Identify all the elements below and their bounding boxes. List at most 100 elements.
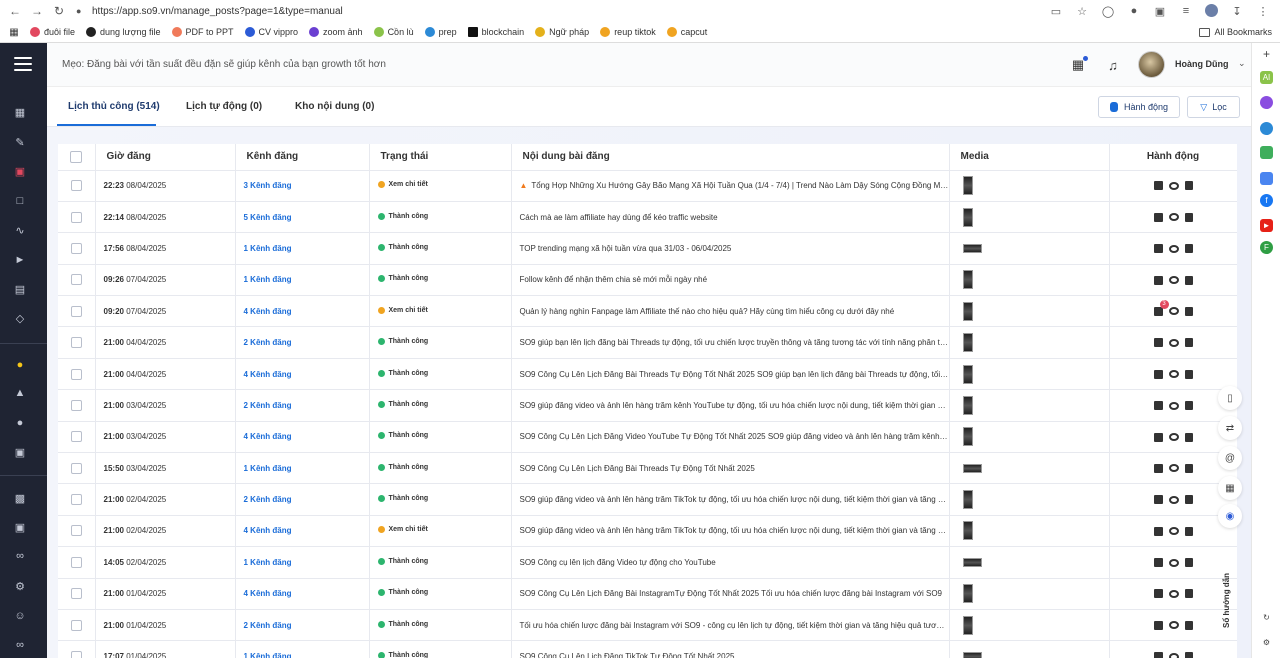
chatbot-icon[interactable]: ◉	[1218, 504, 1242, 528]
eye-icon[interactable]	[1168, 621, 1179, 630]
media-thumbnail[interactable]	[962, 176, 973, 196]
channel-count-link[interactable]: 1 Kênh đăng	[244, 652, 292, 658]
calendar-icon[interactable]: ▣	[13, 164, 27, 178]
eye-icon[interactable]	[1168, 495, 1179, 504]
trash-icon[interactable]	[1184, 401, 1193, 411]
table-row[interactable]: 22:14 08/04/2025 5 Kênh đăng Thành công Các…	[58, 201, 1237, 234]
guide-tab[interactable]: Sổ hướng dẫn	[1222, 560, 1238, 640]
folder-icon[interactable]: ▣	[13, 445, 27, 459]
wallet-icon[interactable]: ▣	[13, 520, 27, 534]
channel-count-link[interactable]: 2 Kênh đăng	[244, 338, 292, 347]
bookmark-item[interactable]: blockchain	[467, 27, 524, 37]
channel-count-link[interactable]: 3 Kênh đăng	[244, 181, 292, 190]
link-alt-icon[interactable]: ∞	[13, 638, 27, 652]
threads-icon[interactable]: @	[1218, 446, 1242, 470]
post-content-cell[interactable]: Quản lý hàng nghìn Fanpage làm Affiliate…	[511, 295, 950, 328]
book-icon[interactable]: ▯	[1218, 386, 1242, 410]
column-header[interactable]: Media	[949, 144, 1110, 171]
channel-count-link[interactable]: 4 Kênh đăng	[244, 589, 292, 598]
chevron-down-icon[interactable]: ⌄	[1238, 58, 1246, 69]
bookmark-item[interactable]: PDF to PPT	[171, 27, 234, 37]
comment-icon[interactable]	[1153, 589, 1163, 599]
table-row[interactable]: 21:00 01/04/2025 2 Kênh đăng Thành công Tối…	[58, 609, 1237, 642]
post-content-cell[interactable]: SO9 Công Cụ Lên Lịch Đăng Bài Threads Tự…	[511, 358, 950, 391]
channel-count-link[interactable]: 2 Kênh đăng	[244, 621, 292, 630]
table-row[interactable]: 21:00 04/04/2025 2 Kênh đăng Thành công SO9…	[58, 326, 1237, 359]
media-thumbnail[interactable]	[962, 364, 973, 384]
eye-icon[interactable]	[1168, 433, 1179, 442]
bookmark-item[interactable]: reup tiktok	[600, 27, 656, 37]
channel-count-link[interactable]: 4 Kênh đăng	[244, 432, 292, 441]
tab-auto-schedule[interactable]: Lịch tự động (0)	[186, 101, 262, 112]
hamburger-menu-icon[interactable]	[14, 57, 32, 71]
table-row[interactable]: 21:00 01/04/2025 4 Kênh đăng Thành công SO9…	[58, 578, 1237, 610]
trash-icon[interactable]	[1184, 589, 1193, 599]
table-row[interactable]: 21:00 02/04/2025 2 Kênh đăng Thành công SO9…	[58, 483, 1237, 516]
media-thumbnail[interactable]	[962, 652, 982, 658]
eye-icon[interactable]	[1168, 307, 1179, 316]
status-badge[interactable]: Thành công	[377, 369, 428, 377]
edit-icon[interactable]: ✎	[13, 135, 27, 149]
post-content-cell[interactable]: SO9 Công cụ lên lịch đăng Video tự động …	[511, 546, 950, 579]
comment-icon[interactable]	[1153, 652, 1163, 658]
row-checkbox[interactable]	[70, 337, 82, 349]
address-bar[interactable]: ● https://app.so9.vn/manage_posts?page=1…	[76, 2, 343, 20]
media-thumbnail[interactable]	[962, 584, 973, 604]
chat-icon[interactable]: □	[13, 194, 27, 208]
status-badge[interactable]: Thành công	[377, 589, 428, 597]
trash-icon[interactable]	[1184, 495, 1193, 505]
trash-icon[interactable]	[1184, 181, 1193, 191]
eye-icon[interactable]	[1168, 401, 1179, 410]
comment-icon[interactable]	[1153, 463, 1163, 473]
status-badge[interactable]: Thành công	[377, 243, 428, 251]
column-header[interactable]: Kênh đăng	[235, 144, 370, 171]
tab-content-library[interactable]: Kho nội dung (0)	[295, 101, 374, 112]
eye-icon[interactable]	[1168, 558, 1179, 567]
settings-icon[interactable]: ⚙	[1260, 636, 1273, 649]
comment-icon[interactable]	[1153, 275, 1163, 285]
trash-icon[interactable]	[1184, 369, 1193, 379]
media-thumbnail[interactable]	[962, 521, 973, 541]
row-checkbox[interactable]	[70, 619, 82, 631]
comment-icon[interactable]	[1153, 432, 1163, 442]
post-content-cell[interactable]: SO9 giúp bạn lên lịch đăng bài Threads t…	[511, 326, 950, 359]
status-badge[interactable]: Thành công	[377, 463, 428, 471]
eye-icon[interactable]	[1168, 370, 1179, 379]
gamepad-icon[interactable]	[1260, 146, 1273, 159]
tag-icon[interactable]: ◇	[13, 311, 27, 325]
extension-shield-icon[interactable]: ◯	[1101, 4, 1115, 18]
comment-icon[interactable]	[1153, 620, 1163, 630]
media-thumbnail[interactable]	[962, 558, 982, 568]
youtube-icon[interactable]: ►	[1260, 219, 1273, 232]
channel-count-link[interactable]: 1 Kênh đăng	[244, 275, 292, 284]
post-content-cell[interactable]: SO9 Công Cụ Lên Lịch Đăng Bài InstagramT…	[511, 578, 950, 610]
post-content-cell[interactable]: ▲ Tổng Hợp Những Xu Hướng Gây Bão Mạng Xã…	[511, 170, 950, 202]
link-icon[interactable]: ∞	[13, 549, 27, 563]
table-row[interactable]: 09:26 07/04/2025 1 Kênh đăng Thành công Fol…	[58, 264, 1237, 297]
all-bookmarks[interactable]: All Bookmarks	[1199, 27, 1272, 37]
eye-icon[interactable]	[1168, 276, 1179, 285]
media-thumbnail[interactable]	[962, 270, 973, 290]
table-row[interactable]: 15:50 03/04/2025 1 Kênh đăng Thành công SO9…	[58, 452, 1237, 485]
eye-icon[interactable]	[1168, 338, 1179, 347]
channel-count-link[interactable]: 4 Kênh đăng	[244, 526, 292, 535]
table-row[interactable]: 21:00 03/04/2025 4 Kênh đăng Thành công SO9…	[58, 421, 1237, 454]
status-badge[interactable]: Thành công	[377, 338, 428, 346]
comment-icon[interactable]	[1153, 244, 1163, 254]
media-thumbnail[interactable]	[962, 490, 973, 510]
channel-count-link[interactable]: 1 Kênh đăng	[244, 558, 292, 567]
status-badge[interactable]: Thành công	[377, 432, 428, 440]
table-row[interactable]: 21:00 03/04/2025 2 Kênh đăng Thành công SO9…	[58, 389, 1237, 422]
row-checkbox[interactable]	[70, 399, 82, 411]
status-badge[interactable]: Thành công	[377, 212, 428, 220]
row-checkbox[interactable]	[70, 431, 82, 443]
eye-icon[interactable]	[1168, 589, 1179, 598]
comment-icon[interactable]	[1153, 401, 1163, 411]
row-checkbox[interactable]	[70, 462, 82, 474]
media-thumbnail[interactable]	[962, 301, 973, 321]
history-icon[interactable]: ↻	[1260, 611, 1273, 624]
media-thumbnail[interactable]	[962, 333, 973, 353]
row-checkbox[interactable]	[70, 305, 82, 317]
back-icon[interactable]: ←	[8, 4, 22, 18]
post-content-cell[interactable]: Tối ưu hóa chiến lược đăng bài Instagram…	[511, 609, 950, 642]
